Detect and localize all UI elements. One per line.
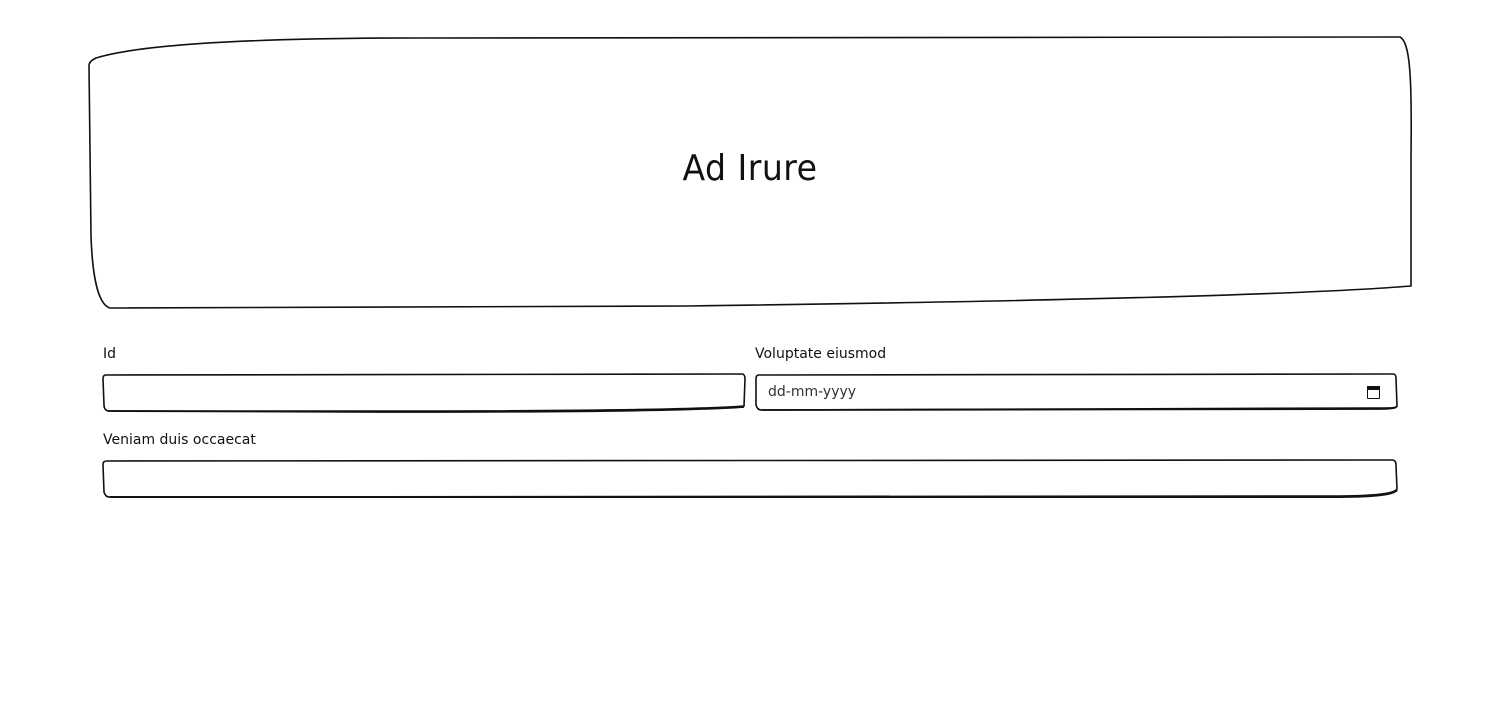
voluptate-eiusmod-date-field[interactable]: dd-mm-yyyy: [754, 373, 1398, 411]
id-label: Id: [103, 346, 117, 362]
veniam-duis-occaecat-input[interactable]: [106, 463, 1398, 495]
id-input[interactable]: [106, 377, 746, 409]
veniam-duis-occaecat-field[interactable]: [102, 459, 1398, 499]
page-title: Ad Irure: [682, 147, 818, 189]
date-placeholder: dd-mm-yyyy: [768, 384, 857, 400]
calendar-icon[interactable]: [1367, 386, 1380, 399]
voluptate-eiusmod-label: Voluptate eiusmod: [755, 346, 887, 362]
hero-card: Ad Irure: [88, 36, 1413, 310]
veniam-duis-occaecat-label: Veniam duis occaecat: [103, 432, 256, 448]
id-field[interactable]: [102, 373, 746, 413]
